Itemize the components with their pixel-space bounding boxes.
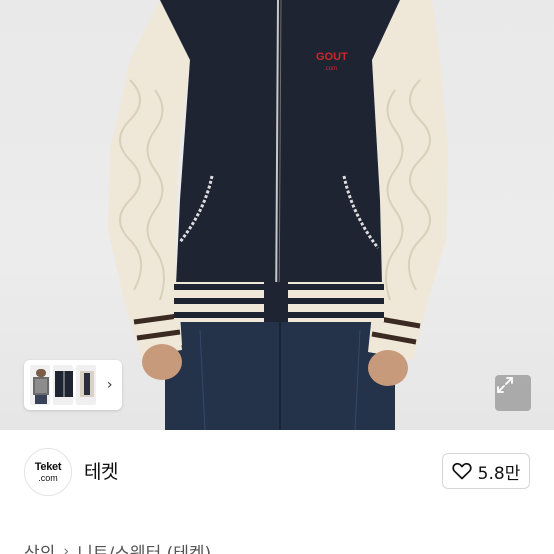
expand-button[interactable]: [495, 375, 531, 411]
product-image[interactable]: GOUT .com ›: [0, 0, 554, 430]
seller-name[interactable]: 테켓: [84, 457, 118, 484]
jacket-logo-sub: .com: [324, 66, 337, 72]
thumbnail-strip[interactable]: ›: [24, 360, 122, 410]
jacket-logo: GOUT: [316, 51, 348, 63]
avatar-text-line2: .com: [38, 472, 58, 483]
breadcrumb: 상의 › 니트/스웨터 (테켓): [24, 536, 211, 554]
seller-row: Teket .com 테켓 5.8만: [0, 430, 554, 512]
thumbnail-1[interactable]: [30, 365, 51, 405]
thumbnail-next-arrow[interactable]: ›: [103, 365, 116, 405]
seller-avatar[interactable]: Teket .com: [24, 448, 72, 496]
breadcrumb-item-category[interactable]: 상의: [24, 539, 55, 554]
like-button[interactable]: 5.8만: [442, 453, 530, 489]
chevron-right-icon: ›: [63, 542, 70, 554]
avatar-text-line1: Teket: [34, 460, 62, 473]
like-count: 5.8만: [477, 463, 521, 484]
thumbnail-2[interactable]: [53, 365, 74, 405]
heart-icon: [452, 462, 472, 480]
expand-icon: [497, 377, 513, 393]
breadcrumb-item-subcategory[interactable]: 니트/스웨터 (테켓): [77, 539, 211, 554]
thumbnail-3[interactable]: [76, 365, 97, 405]
